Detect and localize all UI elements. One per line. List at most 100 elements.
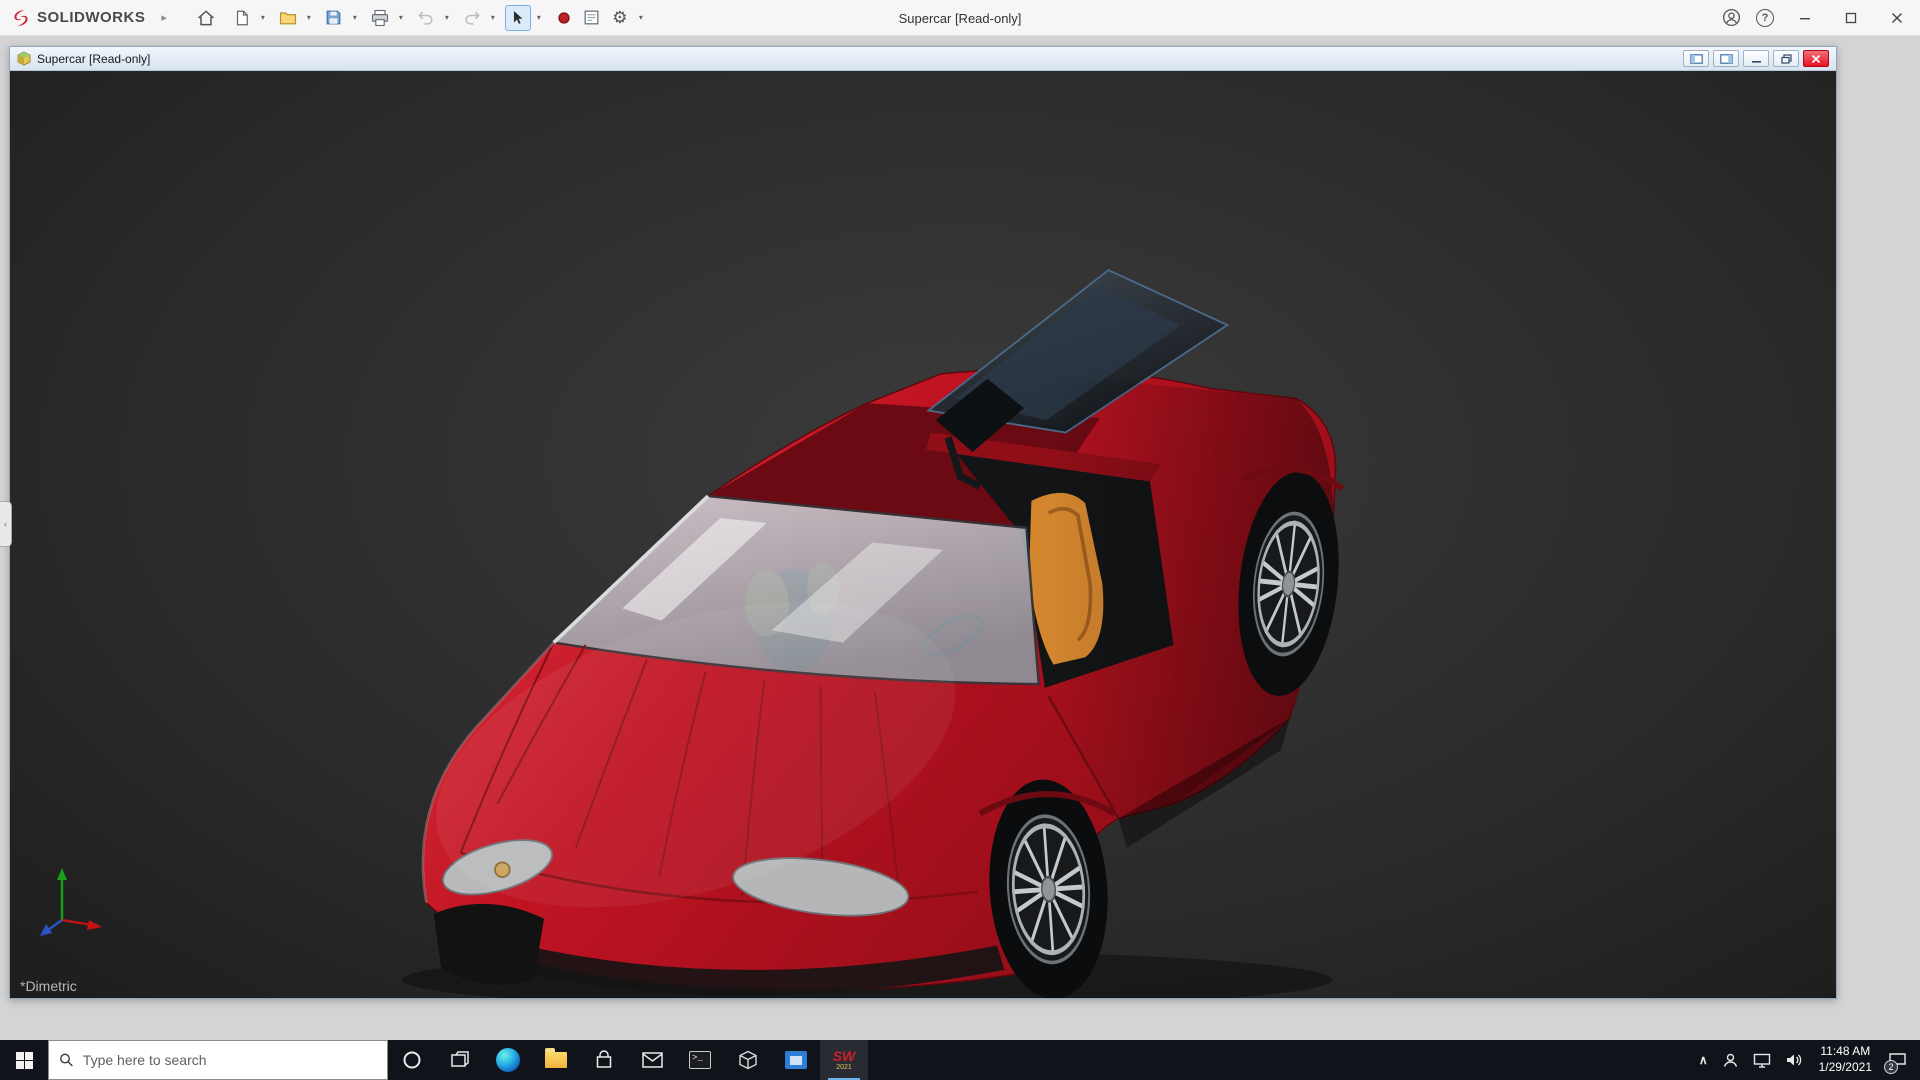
save-button[interactable] [321, 5, 347, 31]
taskbar-file-explorer[interactable] [532, 1040, 580, 1080]
clock-date: 1/29/2021 [1819, 1060, 1872, 1076]
sw-glyph: SW [833, 1049, 856, 1063]
help-button[interactable]: ? [1748, 0, 1782, 36]
network-icon [1753, 1053, 1771, 1068]
network-button[interactable] [1746, 1040, 1778, 1080]
car-3d-model[interactable] [10, 71, 1836, 998]
collapse-arrow-icon: ‹ [4, 519, 7, 529]
document-title: Supercar [Read-only] [37, 52, 150, 66]
save-caret-icon[interactable]: ▾ [349, 13, 361, 22]
solidworks-taskbar-icon: SW 2021 [833, 1049, 856, 1071]
taskbar-3d-viewer[interactable] [724, 1040, 772, 1080]
save-icon [324, 8, 343, 27]
meet-now-icon [1722, 1052, 1739, 1069]
z-axis-arrow [40, 924, 52, 936]
home-button[interactable] [193, 5, 219, 31]
doc-pane-left-button[interactable] [1683, 50, 1709, 67]
undo-button[interactable] [413, 5, 439, 31]
document-window: Supercar [Read-only] [9, 46, 1837, 999]
close-icon [1891, 12, 1903, 24]
select-caret-icon[interactable]: ▾ [533, 13, 545, 22]
new-document-button[interactable] [229, 5, 255, 31]
options-button[interactable]: ⚙ [607, 5, 633, 31]
redo-caret-icon[interactable]: ▾ [487, 13, 499, 22]
account-button[interactable] [1714, 0, 1748, 36]
doc-close-button[interactable] [1803, 50, 1829, 67]
undo-caret-icon[interactable]: ▾ [441, 13, 453, 22]
featuremanager-collapse-tab[interactable]: ‹ [0, 501, 12, 547]
print-icon [370, 8, 390, 28]
start-button[interactable] [0, 1040, 48, 1080]
taskbar-command-prompt[interactable]: >_ [676, 1040, 724, 1080]
pane-left-icon [1690, 54, 1703, 64]
options-caret-icon[interactable]: ▾ [635, 13, 647, 22]
task-pane-button[interactable] [579, 5, 605, 31]
doc-close-icon [1811, 54, 1821, 64]
task-pane-icon [582, 8, 601, 27]
taskbar-edge[interactable] [484, 1040, 532, 1080]
document-titlebar[interactable]: Supercar [Read-only] [10, 47, 1836, 71]
maximize-button[interactable] [1828, 0, 1874, 36]
minimize-button[interactable] [1782, 0, 1828, 36]
select-button[interactable] [505, 5, 531, 31]
print-button[interactable] [367, 5, 393, 31]
edge-icon [496, 1048, 520, 1072]
orientation-triad [32, 862, 110, 940]
print-caret-icon[interactable]: ▾ [395, 13, 407, 22]
open-caret-icon[interactable]: ▾ [303, 13, 315, 22]
record-macro-button[interactable] [551, 5, 577, 31]
graphics-viewport[interactable]: *Dimetric [10, 71, 1836, 998]
volume-button[interactable] [1778, 1040, 1810, 1080]
file-explorer-icon [545, 1052, 567, 1068]
action-center-button[interactable]: 2 [1881, 1040, 1914, 1080]
titlebar-right-controls: ? [1714, 0, 1920, 36]
menu-expand-arrow-icon[interactable]: ▸ [153, 11, 175, 24]
undo-icon [416, 8, 436, 28]
brand-text: SOLIDWORKS [37, 9, 145, 26]
record-macro-icon [556, 10, 572, 26]
cortana-button[interactable] [388, 1040, 436, 1080]
y-axis-arrow [57, 868, 67, 880]
new-document-caret-icon[interactable]: ▾ [257, 13, 269, 22]
notification-badge: 2 [1884, 1060, 1898, 1074]
doc-restore-button[interactable] [1773, 50, 1799, 67]
solidworks-logo: SOLIDWORKS [0, 7, 153, 29]
taskbar-blue-app[interactable] [772, 1040, 820, 1080]
doc-restore-icon [1781, 54, 1792, 64]
help-icon: ? [1756, 9, 1774, 27]
new-document-icon [233, 9, 251, 27]
blue-app-icon [785, 1051, 807, 1069]
redo-icon [462, 8, 482, 28]
clock-time: 11:48 AM [1820, 1044, 1870, 1060]
taskbar-search[interactable] [48, 1040, 388, 1080]
volume-icon [1785, 1052, 1803, 1068]
open-button[interactable] [275, 5, 301, 31]
sw-year: 2021 [836, 1064, 852, 1071]
maximize-icon [1845, 12, 1857, 24]
meet-now-button[interactable] [1715, 1040, 1746, 1080]
close-button[interactable] [1874, 0, 1920, 36]
prompt-glyph: >_ [692, 1053, 703, 1063]
taskbar-mail[interactable] [628, 1040, 676, 1080]
task-view-button[interactable] [436, 1040, 484, 1080]
minimize-icon [1799, 12, 1811, 24]
taskbar-solidworks[interactable]: SW 2021 [820, 1040, 868, 1080]
doc-minimize-button[interactable] [1743, 50, 1769, 67]
account-icon [1721, 7, 1742, 28]
select-cursor-icon [509, 9, 526, 26]
system-tray: ∧ 11:48 AM 1/29/2021 2 [1692, 1040, 1920, 1080]
document-window-buttons [1683, 50, 1832, 67]
doc-pane-right-button[interactable] [1713, 50, 1739, 67]
taskbar-clock[interactable]: 11:48 AM 1/29/2021 [1810, 1040, 1881, 1080]
redo-button[interactable] [459, 5, 485, 31]
x-axis-arrow [87, 920, 102, 930]
home-icon [196, 8, 216, 28]
solidworks-logo-icon [10, 7, 32, 29]
mail-icon [642, 1052, 663, 1068]
part-document-icon [16, 51, 32, 67]
pane-right-icon [1720, 54, 1733, 64]
search-input[interactable] [83, 1052, 377, 1068]
chevron-up-icon: ∧ [1699, 1053, 1708, 1067]
tray-overflow-button[interactable]: ∧ [1692, 1040, 1715, 1080]
taskbar-store[interactable] [580, 1040, 628, 1080]
